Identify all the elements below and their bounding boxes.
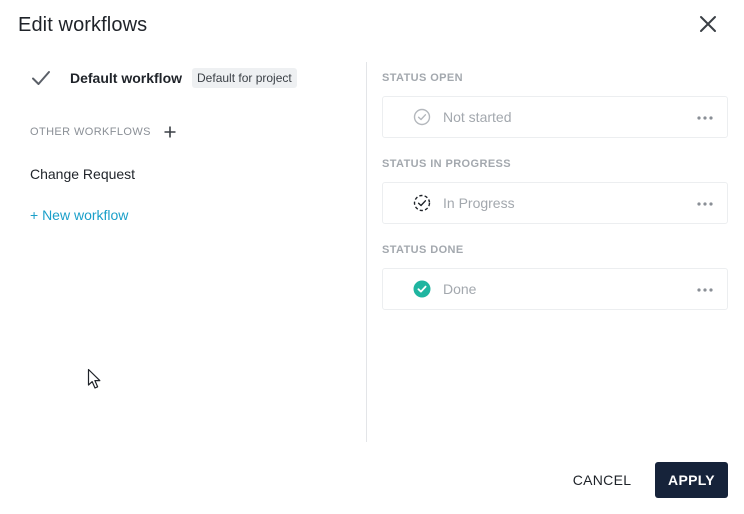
close-icon [699, 15, 717, 38]
dialog-footer: CANCEL APPLY [0, 462, 744, 498]
circle-check-outline-icon [413, 108, 431, 126]
default-for-project-badge: Default for project [192, 68, 297, 88]
apply-button[interactable]: APPLY [655, 462, 728, 498]
close-button[interactable] [694, 12, 722, 40]
workflow-list-panel: Default workflow Default for project OTH… [0, 60, 366, 442]
other-workflows-header: OTHER WORKFLOWS [30, 124, 177, 140]
workflow-item-change-request[interactable]: Change Request [30, 166, 135, 182]
default-workflow-item[interactable]: Default workflow Default for project [30, 66, 297, 90]
circle-check-filled-icon [413, 280, 431, 298]
more-options-icon[interactable] [695, 196, 715, 212]
status-name: Done [443, 281, 477, 297]
status-group-open: STATUS OPEN Not started [382, 60, 728, 146]
status-header-in-progress: STATUS IN PROGRESS [382, 158, 512, 170]
status-card-not-started[interactable]: Not started [382, 96, 728, 138]
panel-divider [366, 62, 367, 442]
status-header-done: STATUS DONE [382, 244, 464, 256]
circle-check-dashed-icon [413, 194, 431, 212]
default-workflow-label: Default workflow [70, 70, 183, 86]
checkmark-icon [30, 67, 52, 89]
more-options-icon[interactable] [695, 282, 715, 298]
more-options-icon[interactable] [695, 110, 715, 126]
status-card-done[interactable]: Done [382, 268, 728, 310]
dialog-title: Edit workflows [18, 14, 148, 36]
plus-icon[interactable] [163, 125, 177, 139]
status-name: Not started [443, 109, 512, 125]
status-group-done: STATUS DONE Done [382, 232, 728, 318]
new-workflow-link[interactable]: + New workflow [30, 207, 128, 223]
status-header-open: STATUS OPEN [382, 72, 463, 84]
statuses-panel: STATUS OPEN Not started STATUS IN PROGRE… [382, 60, 728, 318]
cancel-button[interactable]: CANCEL [566, 462, 638, 498]
status-group-in-progress: STATUS IN PROGRESS In Progress [382, 146, 728, 232]
mouse-pointer-icon [87, 368, 101, 389]
other-workflows-label: OTHER WORKFLOWS [30, 126, 151, 138]
edit-workflows-dialog: Edit workflows Default workflow Default … [0, 0, 744, 514]
status-card-in-progress[interactable]: In Progress [382, 182, 728, 224]
status-name: In Progress [443, 195, 515, 211]
